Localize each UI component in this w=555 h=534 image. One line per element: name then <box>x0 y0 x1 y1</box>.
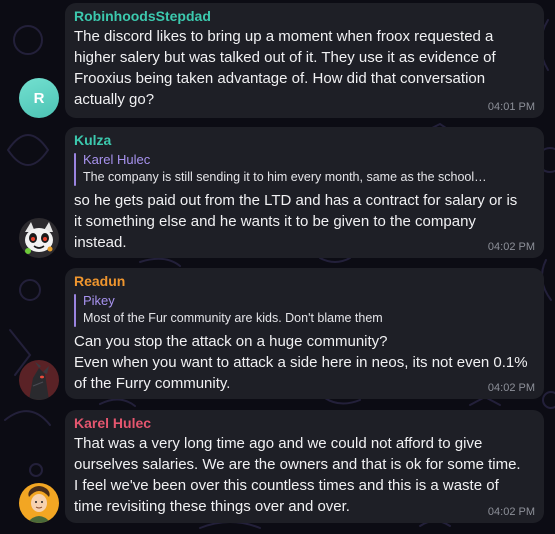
message-bubble[interactable]: Kulza Karel Hulec The company is still s… <box>65 127 544 258</box>
message-bubble[interactable]: Karel Hulec That was a very long time ag… <box>65 410 544 523</box>
message-bubble[interactable]: RobinhoodsStepdad The discord likes to b… <box>65 3 544 118</box>
sender-name[interactable]: RobinhoodsStepdad <box>74 7 534 26</box>
reply-accent-bar <box>74 153 76 186</box>
cartoon-portrait-icon <box>19 483 59 523</box>
reply-preview[interactable]: Pikey Most of the Fur community are kids… <box>74 292 534 328</box>
message-text: Can you stop the attack on a huge commun… <box>74 333 528 392</box>
avatar-r[interactable]: R <box>19 78 59 118</box>
message-bubble[interactable]: Readun Pikey Most of the Fur community a… <box>65 268 544 399</box>
sender-name[interactable]: Readun <box>74 272 534 291</box>
message-timestamp: 04:02 PM <box>487 382 535 394</box>
message-timestamp: 04:02 PM <box>487 506 535 518</box>
dragon-avatar[interactable] <box>19 360 59 400</box>
reply-text: The company is still sending it to him e… <box>83 170 487 184</box>
sender-name[interactable]: Karel Hulec <box>74 414 534 433</box>
sender-name[interactable]: Kulza <box>74 131 534 150</box>
reply-text: Most of the Fur community are kids. Don'… <box>83 311 383 325</box>
message-text: so he gets paid out from the LTD and has… <box>74 192 518 251</box>
message-text: That was a very long time ago and we cou… <box>74 435 521 515</box>
furry-character-avatar[interactable] <box>19 218 59 258</box>
dragon-icon <box>19 360 59 400</box>
avatar-initial: R <box>33 89 45 107</box>
cartoon-portrait-avatar[interactable] <box>19 483 59 523</box>
reply-author: Karel Hulec <box>83 152 151 167</box>
message-timestamp: 04:01 PM <box>487 101 535 113</box>
message-text: The discord likes to bring up a moment w… <box>74 28 496 108</box>
reply-preview[interactable]: Karel Hulec The company is still sending… <box>74 151 534 187</box>
message-timestamp: 04:02 PM <box>487 241 535 253</box>
reply-accent-bar <box>74 294 76 327</box>
furry-character-icon <box>19 218 59 258</box>
reply-author: Pikey <box>83 293 115 308</box>
